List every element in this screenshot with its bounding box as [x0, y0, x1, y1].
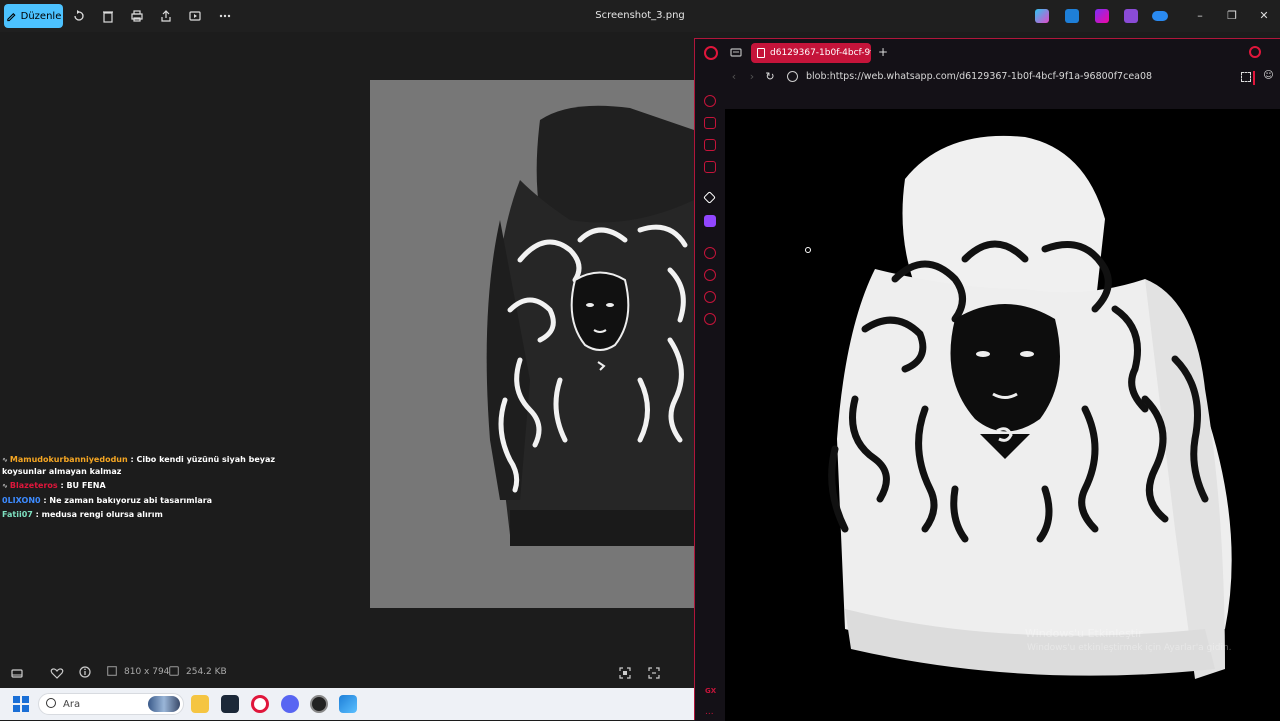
- sidebar-more-icon[interactable]: ...: [705, 707, 714, 717]
- photos-status-bar: 810 x 794 254.2 KB: [0, 656, 694, 688]
- gx-label: GX: [705, 687, 717, 695]
- rotate-icon[interactable]: [71, 8, 87, 24]
- forward-button[interactable]: ›: [745, 70, 759, 84]
- close-button[interactable]: ✕: [1256, 8, 1272, 24]
- player-icon[interactable]: [704, 139, 716, 151]
- settings-icon[interactable]: [704, 313, 716, 325]
- page-content: Windows'u Etkinleştir Windows'u etkinleş…: [725, 109, 1280, 721]
- photos-icon[interactable]: [339, 695, 357, 713]
- print-icon[interactable]: [129, 8, 145, 24]
- file-size-icon: [168, 665, 180, 677]
- chat-username: 0LIXON0: [2, 496, 41, 505]
- windows-start-icon[interactable]: [13, 696, 29, 712]
- search-placeholder: Ara: [63, 699, 81, 710]
- chat-message: Fatii07 : medusa rengi olursa alırım: [2, 509, 292, 520]
- url-field[interactable]: blob:https://web.whatsapp.com/d6129367-1…: [806, 71, 1152, 82]
- new-tab-button[interactable]: +: [876, 46, 890, 60]
- delete-icon[interactable]: [100, 8, 116, 24]
- chat-text: : medusa rengi olursa alırım: [35, 510, 163, 519]
- tab-title: d6129367-1b0f-4bcf-9f1a: [770, 48, 871, 58]
- activation-watermark-title: Windows'u Etkinleştir: [1025, 627, 1143, 640]
- tab-bar: d6129367-1b0f-4bcf-9f1a +: [695, 39, 1280, 65]
- photos-toolbar: Düzenle Screenshot_3.png – ❐ ✕: [0, 0, 1280, 32]
- gx-corner-icon[interactable]: [704, 117, 716, 129]
- designer-icon[interactable]: [1095, 9, 1109, 23]
- edit-label: Düzenle: [20, 10, 62, 22]
- chat-message: ∿ Mamudokurbanniyedodun : Cibo kendi yüzü…: [2, 454, 292, 477]
- browser-sidebar: GX ...: [695, 89, 725, 721]
- hoodie-photo-white: [828, 135, 1232, 679]
- chat-username: Blazeteros: [9, 481, 58, 490]
- file-title: Screenshot_3.png: [595, 10, 685, 21]
- search-tabs-icon[interactable]: [1249, 46, 1261, 58]
- share-icon[interactable]: [158, 8, 174, 24]
- activation-watermark-subtitle: Windows'u etkinleştirmek için Ayarlar'a …: [1027, 643, 1232, 653]
- favorite-icon[interactable]: [49, 665, 65, 681]
- edit-button[interactable]: Düzenle: [4, 4, 63, 28]
- snapshot-icon[interactable]: [1241, 72, 1251, 82]
- zoom-actual-size-icon[interactable]: [646, 665, 662, 681]
- mouse-cursor: [805, 247, 811, 253]
- search-highlight-image: [148, 696, 180, 712]
- steam-icon[interactable]: [221, 695, 239, 713]
- chat-username: Fatii07: [2, 510, 33, 519]
- taskbar: Ara: [0, 688, 694, 720]
- copilot-icon[interactable]: [1035, 9, 1049, 23]
- chat-username: Mamudokurbanniyedodun: [9, 455, 128, 464]
- onedrive-icon[interactable]: [1152, 11, 1168, 21]
- chat-badge-icon: ∿: [2, 482, 8, 490]
- opera-gx-icon[interactable]: [251, 695, 269, 713]
- globe-icon: [787, 71, 798, 82]
- dimensions-icon: [106, 665, 118, 677]
- browser-window: d6129367-1b0f-4bcf-9f1a + ‹ › ↻ blob:htt…: [694, 38, 1280, 721]
- address-bar: ‹ › ↻ blob:https://web.whatsapp.com/d612…: [695, 65, 1280, 89]
- tab-islands-icon[interactable]: [729, 45, 743, 59]
- tab-active[interactable]: d6129367-1b0f-4bcf-9f1a: [751, 43, 871, 63]
- obs-icon[interactable]: [310, 695, 328, 713]
- filmstrip-icon[interactable]: [9, 665, 25, 681]
- restore-button[interactable]: ❐: [1224, 8, 1240, 24]
- file-size: 254.2 KB: [186, 667, 227, 677]
- taskbar-search[interactable]: Ara: [38, 693, 184, 715]
- chat-message: ∿ Blazeteros : BU FENA: [2, 480, 292, 492]
- file-explorer-icon[interactable]: [191, 695, 209, 713]
- history-icon[interactable]: [704, 269, 716, 281]
- document-icon: [757, 48, 765, 58]
- extensions-icon[interactable]: [704, 291, 716, 303]
- discord-icon[interactable]: [281, 695, 299, 713]
- chat-message: 0LIXON0 : Ne zaman bakıyoruz abi tasarım…: [2, 495, 292, 506]
- opera-logo-icon[interactable]: [704, 46, 718, 60]
- fit-to-window-icon[interactable]: [617, 665, 633, 681]
- photo-viewer: ∿ Mamudokurbanniyedodun : Cibo kendi yüzü…: [0, 32, 694, 656]
- image-dimensions: 810 x 794: [124, 667, 170, 677]
- clipchamp-icon[interactable]: [1065, 9, 1079, 23]
- more-options-icon[interactable]: [217, 8, 233, 24]
- chat-text: : Ne zaman bakıyoruz abi tasarımlara: [43, 496, 213, 505]
- search-icon: [46, 698, 56, 708]
- slideshow-icon[interactable]: [187, 8, 203, 24]
- gx-control-icon[interactable]: [704, 95, 716, 107]
- sidebar-accent: [1253, 71, 1255, 85]
- player-play-icon[interactable]: [704, 247, 716, 259]
- stream-chat: ∿ Mamudokurbanniyedodun : Cibo kendi yüzü…: [2, 454, 292, 523]
- back-button[interactable]: ‹: [727, 70, 741, 84]
- profile-icon[interactable]: ☺: [1262, 70, 1275, 83]
- chat-badge-icon: ∿: [2, 456, 8, 464]
- hoodie-photo-black: [370, 80, 694, 608]
- minimize-button[interactable]: –: [1192, 8, 1208, 24]
- info-icon[interactable]: [77, 664, 93, 680]
- aria-icon[interactable]: [703, 191, 716, 204]
- reload-button[interactable]: ↻: [763, 70, 777, 84]
- twitch-icon[interactable]: [704, 215, 716, 227]
- video-editor-icon[interactable]: [1124, 9, 1138, 23]
- chat-text: : BU FENA: [60, 481, 106, 490]
- edit-icon: [6, 12, 16, 21]
- news-icon[interactable]: [704, 161, 716, 173]
